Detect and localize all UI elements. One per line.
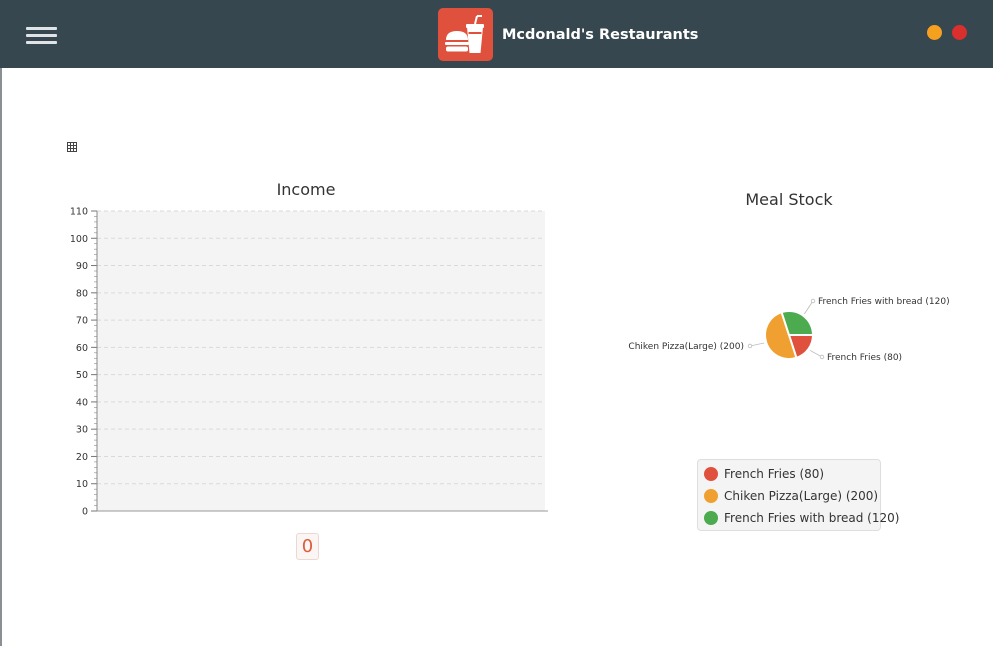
window-left-edge (0, 68, 2, 646)
pie-slice-label: French Fries with bread (120) (818, 297, 950, 307)
y-tick-label: 10 (76, 479, 88, 490)
minimize-button[interactable] (927, 25, 942, 40)
y-tick-label: 60 (76, 343, 88, 354)
legend-label: French Fries with bread (120) (724, 511, 900, 525)
burger-drink-icon (438, 8, 493, 61)
y-tick-label: 100 (70, 234, 88, 245)
app-title: Mcdonald's Restaurants (502, 27, 699, 43)
meal-stock-pie-chart: French Fries (80) Chiken Pizza(Large) (20… (628, 297, 950, 363)
pie-slice-label: French Fries (80) (827, 353, 902, 363)
legend-label: Chiken Pizza(Large) (200) (724, 489, 879, 503)
pie-label-dot (819, 354, 825, 360)
legend-label: French Fries (80) (724, 467, 825, 481)
y-tick-label: 50 (76, 370, 88, 381)
income-total-badge: 0 (296, 533, 319, 560)
legend-swatch (704, 467, 718, 481)
income-chart-title: Income (276, 180, 336, 199)
income-bar-chart: 0 10 20 30 40 50 60 70 80 90 100 110 (70, 207, 548, 518)
pie-label-dot (747, 343, 753, 349)
table-icon[interactable] (67, 142, 77, 152)
y-tick-label: 40 (76, 397, 88, 408)
app-header: Mcdonald's Restaurants (0, 0, 993, 68)
pie-label-dot (810, 298, 816, 304)
hamburger-menu-icon[interactable] (26, 25, 58, 45)
y-tick-label: 20 (76, 452, 88, 463)
y-tick-label: 30 (76, 425, 88, 436)
y-tick-label: 0 (82, 507, 88, 518)
meal-stock-chart-title: Meal Stock (745, 190, 833, 209)
legend-swatch (704, 489, 718, 503)
plot-area (97, 211, 545, 511)
y-tick-label: 80 (76, 288, 88, 299)
legend-swatch (704, 511, 718, 525)
pie-label-line (803, 300, 814, 315)
pie-slice-label: Chiken Pizza(Large) (200) (628, 342, 744, 352)
y-tick-label: 70 (76, 316, 88, 327)
pie-legend: French Fries (80) Chiken Pizza(Large) (20… (697, 459, 899, 531)
y-tick-label: 90 (76, 261, 88, 272)
close-button[interactable] (952, 25, 967, 40)
y-tick-label: 110 (70, 207, 88, 218)
